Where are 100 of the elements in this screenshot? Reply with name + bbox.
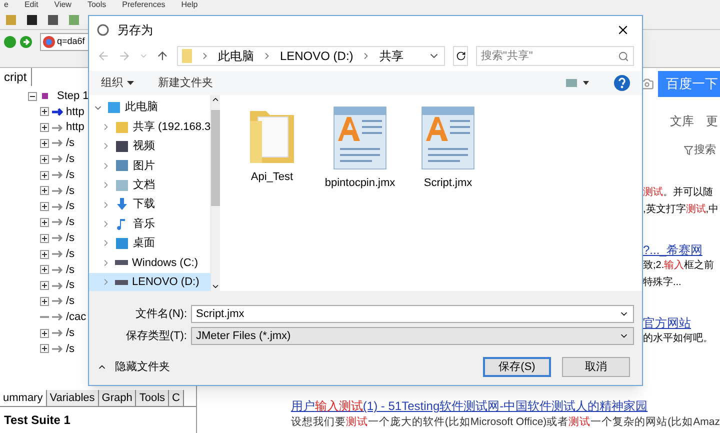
nav-item[interactable]: 图片: [89, 156, 211, 176]
expand-toggle[interactable]: [40, 234, 49, 243]
tree-item[interactable]: /s: [66, 262, 75, 278]
refresh-button[interactable]: [453, 46, 468, 66]
filter-link[interactable]: 搜索: [684, 142, 716, 158]
result-title[interactable]: 用户输入测试(1) - 51Testing软件测试网-中国软件测试人的精神家园: [290, 397, 720, 415]
save-button[interactable]: 保存(S): [483, 357, 551, 377]
search-field[interactable]: 搜索"共享": [476, 46, 634, 66]
collapse-toggle[interactable]: [28, 92, 37, 100]
menu-item[interactable]: Tools: [87, 1, 106, 9]
forward-icon[interactable]: [20, 36, 32, 48]
drive-icon: [115, 280, 128, 285]
expand-toggle[interactable]: [40, 250, 49, 259]
tree-item[interactable]: /s: [66, 293, 75, 310]
panel-tab[interactable]: Graph: [98, 390, 136, 406]
tree-item[interactable]: /s: [66, 198, 75, 215]
field-label: 保存类型(T):: [124, 328, 187, 344]
tree-item[interactable]: http: [66, 119, 84, 136]
tree-item[interactable]: /s: [66, 135, 75, 152]
expand-toggle[interactable]: [40, 170, 49, 180]
nav-item[interactable]: 下载: [89, 194, 211, 214]
nav-item[interactable]: 视频: [89, 136, 211, 156]
expand-toggle[interactable]: [40, 202, 49, 212]
tree-item[interactable]: /s: [66, 340, 75, 358]
step-icon: [41, 92, 49, 100]
expand-toggle[interactable]: [40, 107, 49, 116]
back-icon[interactable]: [4, 36, 16, 48]
tree-item[interactable]: /s: [66, 166, 75, 184]
tree-item[interactable]: Step 1: [57, 88, 89, 104]
search-input[interactable]: 搜索"共享": [481, 48, 618, 64]
nav-item[interactable]: LENOVO (D:): [89, 272, 211, 292]
document-icon: [115, 178, 129, 192]
expand-toggle[interactable]: [40, 154, 49, 164]
expand-toggle[interactable]: [40, 265, 49, 274]
result-snippet: 致;2.输入框之前: [643, 258, 716, 272]
menu-item[interactable]: Help: [181, 1, 198, 9]
expand-toggle[interactable]: [40, 281, 49, 290]
pc-icon: [107, 101, 121, 114]
nav-item[interactable]: 共享 (192.168.3: [89, 117, 211, 137]
view-icon[interactable]: [566, 78, 590, 88]
drive-icon: [115, 260, 128, 266]
expand-toggle[interactable]: [40, 123, 49, 132]
tree-item[interactable]: /s: [66, 182, 75, 200]
file-item[interactable]: Api_Test: [239, 105, 305, 291]
tree-item[interactable]: http: [66, 104, 84, 120]
result-snippet: ,英文打字测试,中: [643, 202, 720, 216]
expand-toggle[interactable]: [40, 186, 49, 196]
file-item[interactable]: Script.jmx: [415, 105, 481, 291]
menu-item[interactable]: View: [54, 1, 72, 9]
file-item[interactable]: bpintocpin.jmx: [327, 105, 393, 291]
scroll-down-icon[interactable]: [210, 282, 220, 291]
breadcrumb-item[interactable]: 此电脑: [218, 47, 254, 65]
search-button[interactable]: 百度一下: [658, 71, 720, 97]
result-snippet: 测试。并可以随: [643, 186, 714, 200]
expand-toggle[interactable]: [40, 138, 49, 148]
tree-item[interactable]: /s: [66, 324, 75, 342]
organize-menu[interactable]: 组织: [101, 74, 134, 92]
result-snippet: 的水平如何吧。: [643, 332, 714, 346]
tree-item[interactable]: /s: [66, 214, 75, 231]
tree-item[interactable]: /s: [66, 151, 75, 168]
document-icon: [420, 105, 476, 171]
nav-link[interactable]: 更: [706, 112, 718, 132]
breadcrumb-item[interactable]: LENOVO (D:): [280, 47, 354, 65]
tree-item[interactable]: /s: [66, 230, 75, 247]
scrollbar[interactable]: [210, 95, 220, 291]
new-folder-button[interactable]: 新建文件夹: [158, 74, 213, 92]
panel-tab[interactable]: C: [169, 390, 184, 406]
document-icon: [332, 105, 388, 171]
expand-toggle[interactable]: [40, 218, 49, 227]
nav-item[interactable]: 此电脑: [89, 98, 211, 118]
scroll-up-icon[interactable]: [210, 95, 220, 104]
tree-item[interactable]: /s: [66, 246, 75, 262]
file-type-dropdown[interactable]: JMeter Files (*.jmx): [191, 327, 634, 345]
address-bar[interactable]: 此电脑 LENOVO (D:) 共享: [176, 46, 446, 66]
menu-item[interactable]: Edit: [24, 1, 38, 9]
tree-item[interactable]: /s: [66, 277, 75, 294]
panel-tab[interactable]: Variables: [46, 390, 99, 406]
nav-link[interactable]: 文库: [670, 112, 694, 132]
menu-item[interactable]: Preferences: [122, 1, 166, 9]
expand-toggle[interactable]: [40, 344, 49, 354]
nav-item[interactable]: 桌面: [89, 234, 211, 254]
help-icon[interactable]: [614, 75, 630, 91]
expand-toggle[interactable]: [40, 328, 49, 338]
menu-item[interactable]: e: [4, 1, 8, 9]
video-icon: [115, 140, 129, 153]
hide-folders-toggle[interactable]: 隐藏文件夹: [97, 358, 170, 376]
expand-toggle[interactable]: [40, 296, 49, 306]
breadcrumb-item[interactable]: 共享: [379, 47, 404, 65]
nav-item[interactable]: Windows (C:): [89, 253, 211, 273]
cancel-button[interactable]: 取消: [562, 357, 630, 377]
window-title: 另存为: [117, 22, 153, 39]
panel-tab[interactable]: Tools: [136, 390, 170, 406]
download-icon: [115, 198, 129, 212]
tree-item[interactable]: /cac: [66, 309, 86, 326]
nav-item[interactable]: 文档: [89, 176, 211, 195]
result-title[interactable]: 官方网站: [643, 314, 720, 330]
up-icon[interactable]: [156, 49, 169, 63]
result-snippet: 设想我们要测试一个庞大的软件(比如Microsoft Office)或者测试一个复杂的网站(比如Amaz: [290, 415, 720, 430]
result-title[interactable]: ?..._希赛网: [643, 240, 720, 258]
nav-item[interactable]: 音乐: [89, 214, 211, 234]
